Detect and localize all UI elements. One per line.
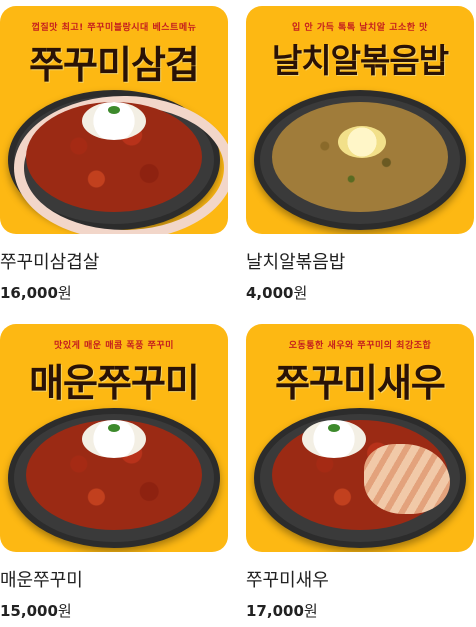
menu-item-name: 매운쭈꾸미 bbox=[0, 570, 83, 591]
image-banner-text: 입 안 가득 톡톡 날치알 고소한 맛 bbox=[292, 23, 428, 33]
image-banner-text: 맛있게 매운 매콤 폭풍 쭈꾸미 bbox=[54, 341, 174, 351]
menu-item-price: 4,000원 bbox=[246, 284, 308, 302]
flying-fish-roe-topping bbox=[338, 126, 386, 158]
menu-item-price: 16,000원 bbox=[0, 284, 72, 302]
image-banner-text: 오동통한 새우와 쭈꾸미의 최강조합 bbox=[288, 341, 432, 351]
menu-image[interactable]: 껍질맛 최고! 쭈꾸미블랑시대 베스트메뉴 쭈꾸미삼겹 bbox=[0, 6, 228, 234]
sliced-onion-topping bbox=[302, 420, 366, 458]
image-banner-text: 껍질맛 최고! 쭈꾸미블랑시대 베스트메뉴 bbox=[31, 23, 197, 33]
image-headline: 쭈꾸미삼겹 bbox=[29, 43, 200, 87]
menu-grid: 껍질맛 최고! 쭈꾸미블랑시대 베스트메뉴 쭈꾸미삼겹 쭈꾸미삼겹살 16,00… bbox=[0, 0, 476, 627]
image-headline: 매운쭈꾸미 bbox=[29, 361, 200, 405]
menu-image[interactable]: 입 안 가득 톡톡 날치알 고소한 맛 날치알볶음밥 bbox=[246, 6, 474, 234]
menu-item-name: 쭈꾸미새우 bbox=[246, 570, 329, 591]
image-headline: 날치알볶음밥 bbox=[271, 41, 449, 80]
menu-item-name: 쭈꾸미삼겹살 bbox=[0, 252, 100, 273]
menu-item-price: 15,000원 bbox=[0, 602, 72, 620]
image-headline: 쭈꾸미새우 bbox=[275, 361, 446, 405]
sliced-onion-topping bbox=[82, 420, 146, 458]
menu-card-spicy-jjukkumi[interactable]: 맛있게 매운 매콤 폭풍 쭈꾸미 매운쭈꾸미 매운쭈꾸미 15,000원 bbox=[0, 324, 228, 624]
menu-card-flying-fish-roe-fried-rice[interactable]: 입 안 가득 톡톡 날치알 고소한 맛 날치알볶음밥 날치알볶음밥 4,000원 bbox=[246, 6, 474, 306]
menu-image[interactable]: 맛있게 매운 매콤 폭풍 쭈꾸미 매운쭈꾸미 bbox=[0, 324, 228, 552]
menu-card-jjukkumi-samgyeopsal[interactable]: 껍질맛 최고! 쭈꾸미블랑시대 베스트메뉴 쭈꾸미삼겹 쭈꾸미삼겹살 16,00… bbox=[0, 6, 228, 306]
sliced-onion-topping bbox=[82, 102, 146, 140]
menu-card-jjukkumi-shrimp[interactable]: 오동통한 새우와 쭈꾸미의 최강조합 쭈꾸미새우 쭈꾸미새우 17,000원 bbox=[246, 324, 474, 624]
menu-item-name: 날치알볶음밥 bbox=[246, 252, 346, 273]
menu-image[interactable]: 오동통한 새우와 쭈꾸미의 최강조합 쭈꾸미새우 bbox=[246, 324, 474, 552]
menu-item-price: 17,000원 bbox=[246, 602, 318, 620]
